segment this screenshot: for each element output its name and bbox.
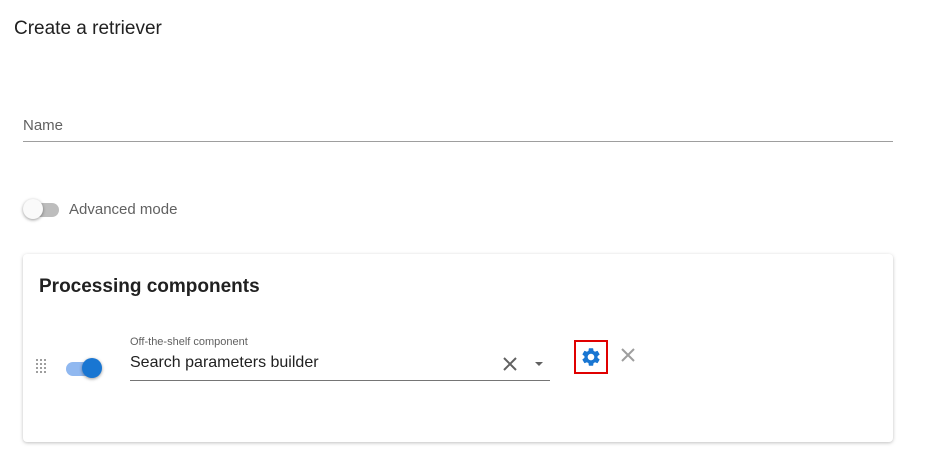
component-enabled-toggle[interactable]	[64, 356, 102, 380]
name-input[interactable]	[23, 110, 893, 142]
processing-components-title: Processing components	[39, 276, 260, 297]
advanced-mode-row: Advanced mode	[23, 197, 177, 221]
toggle-thumb	[82, 358, 102, 378]
caret-down-icon[interactable]	[532, 357, 546, 371]
drag-handle-icon[interactable]	[36, 359, 48, 373]
toggle-thumb	[23, 199, 43, 219]
component-select[interactable]: Off-the-shelf component Search parameter…	[130, 336, 550, 381]
close-icon	[621, 348, 635, 362]
advanced-mode-toggle[interactable]	[23, 197, 61, 221]
name-field[interactable]	[23, 110, 893, 144]
processing-components-card: Processing components Off-the-shelf comp…	[23, 254, 893, 442]
close-icon[interactable]	[500, 354, 520, 374]
remove-component-button[interactable]	[618, 345, 638, 365]
component-settings-button[interactable]	[574, 340, 608, 374]
gear-icon	[582, 348, 600, 366]
page-title: Create a retriever	[14, 18, 162, 39]
advanced-mode-label: Advanced mode	[69, 200, 178, 218]
component-select-label: Off-the-shelf component	[130, 336, 248, 348]
component-select-value: Search parameters builder	[130, 354, 319, 371]
